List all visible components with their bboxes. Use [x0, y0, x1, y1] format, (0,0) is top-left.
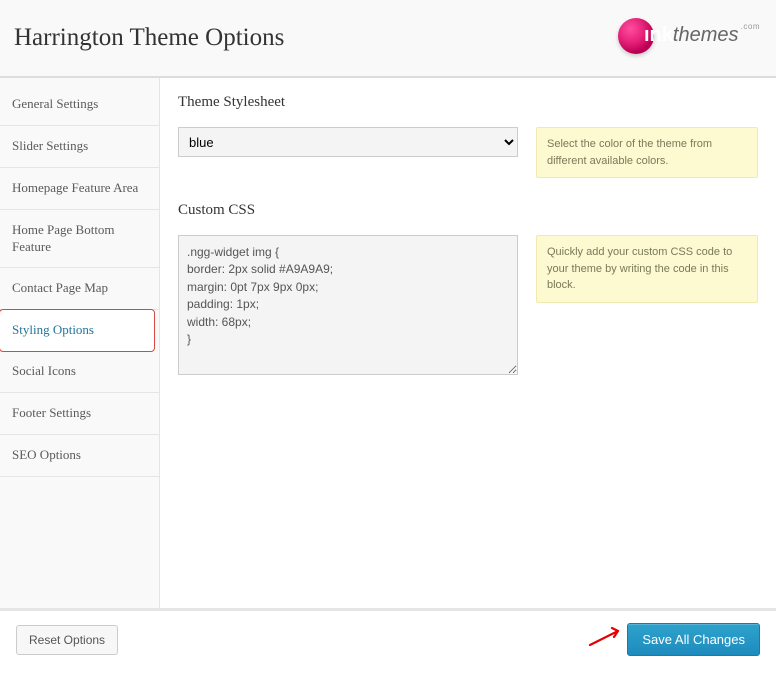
main: General Settings Slider Settings Homepag… — [0, 78, 776, 608]
sidebar-item-label: Footer Settings — [12, 405, 91, 420]
sidebar-item-home-page-bottom-feature[interactable]: Home Page Bottom Feature — [0, 210, 159, 269]
sidebar-item-label: Slider Settings — [12, 138, 88, 153]
theme-stylesheet-help: Select the color of the theme from diffe… — [536, 127, 758, 178]
theme-stylesheet-row: blue Select the color of the theme from … — [178, 127, 758, 178]
sidebar-item-general-settings[interactable]: General Settings — [0, 84, 159, 126]
content-panel: Theme Stylesheet blue Select the color o… — [160, 78, 776, 608]
logo-ink: ınk — [644, 24, 673, 46]
sidebar-item-footer-settings[interactable]: Footer Settings — [0, 393, 159, 435]
sidebar-item-social-icons[interactable]: Social Icons — [0, 351, 159, 393]
sidebar-item-slider-settings[interactable]: Slider Settings — [0, 126, 159, 168]
sidebar-item-homepage-feature-area[interactable]: Homepage Feature Area — [0, 168, 159, 210]
sidebar-item-label: Social Icons — [12, 363, 76, 378]
sidebar-item-label: Styling Options — [12, 322, 94, 337]
sidebar-item-contact-page-map[interactable]: Contact Page Map — [0, 268, 159, 310]
theme-stylesheet-label: Theme Stylesheet — [178, 94, 758, 111]
custom-css-textarea[interactable] — [178, 235, 518, 375]
sidebar-item-label: Homepage Feature Area — [12, 180, 138, 195]
arrow-icon — [588, 625, 628, 654]
sidebar-item-seo-options[interactable]: SEO Options — [0, 435, 159, 477]
custom-css-control — [178, 235, 518, 380]
page-title: Harrington Theme Options — [14, 24, 284, 52]
reset-options-button[interactable]: Reset Options — [16, 625, 118, 655]
custom-css-row: Quickly add your custom CSS code to your… — [178, 235, 758, 380]
save-all-changes-button[interactable]: Save All Changes — [627, 623, 760, 656]
logo-themes: themes — [673, 24, 739, 46]
custom-css-help: Quickly add your custom CSS code to your… — [536, 235, 758, 303]
header: Harrington Theme Options ınkthemes .com — [0, 0, 776, 78]
theme-stylesheet-control: blue — [178, 127, 518, 157]
sidebar-item-styling-options[interactable]: Styling Options — [0, 309, 155, 352]
sidebar-item-label: SEO Options — [12, 447, 81, 462]
theme-stylesheet-select[interactable]: blue — [178, 127, 518, 157]
brand-logo: ınkthemes .com — [618, 18, 758, 58]
logo-text: ınkthemes — [644, 24, 739, 47]
footer: Reset Options Save All Changes — [0, 608, 776, 668]
sidebar-item-label: General Settings — [12, 96, 98, 111]
custom-css-label: Custom CSS — [178, 202, 758, 219]
sidebar: General Settings Slider Settings Homepag… — [0, 78, 160, 608]
sidebar-item-label: Contact Page Map — [12, 280, 108, 295]
sidebar-item-label: Home Page Bottom Feature — [12, 222, 115, 254]
logo-com: .com — [741, 22, 760, 31]
